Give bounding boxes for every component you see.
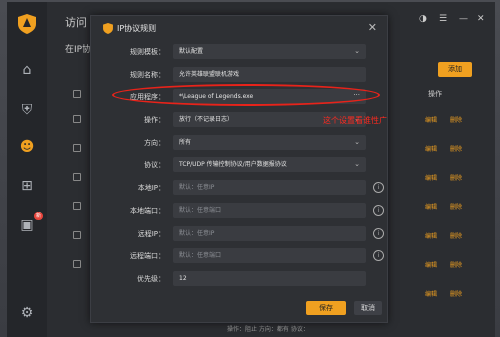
settings-icon[interactable]: ⚙ bbox=[19, 305, 35, 321]
minimize-icon[interactable]: — bbox=[459, 14, 468, 24]
remote-port-input[interactable]: 默认：任意端口 bbox=[173, 248, 366, 263]
info-icon[interactable]: i bbox=[373, 205, 384, 216]
row-protocol: 协议： TCP/UDP 传输控制协议/用户数据报协议 ⌄ bbox=[91, 157, 387, 175]
row-local-port: 本地端口： 默认：任意端口 i bbox=[91, 203, 387, 221]
template-select[interactable]: 默认配置 ⌄ bbox=[173, 44, 366, 59]
name-label: 规则名称： bbox=[130, 71, 165, 79]
local-ip-input[interactable]: 默认：任意IP bbox=[173, 180, 366, 195]
row-delete-link[interactable]: 删除 bbox=[450, 231, 462, 240]
row-delete-link[interactable]: 删除 bbox=[450, 202, 462, 211]
column-header-operation: 操作 bbox=[428, 90, 442, 98]
row-name: 规则名称： 允许英雄联盟联机游戏 bbox=[91, 67, 387, 85]
apps-grid-icon[interactable]: ⊞ bbox=[19, 178, 35, 194]
row-delete-link[interactable]: 删除 bbox=[450, 144, 462, 153]
priority-input[interactable]: 12 bbox=[173, 271, 366, 286]
protocol-label: 协议： bbox=[144, 161, 165, 169]
row-checkbox[interactable] bbox=[73, 115, 81, 123]
remote-port-label: 远程端口： bbox=[130, 252, 165, 260]
row-edit-link[interactable]: 编辑 bbox=[425, 115, 437, 124]
row-checkbox[interactable] bbox=[73, 231, 81, 239]
local-port-input[interactable]: 默认：任意端口 bbox=[173, 203, 366, 218]
add-button[interactable]: 添加 bbox=[438, 62, 472, 77]
priority-label: 优先级： bbox=[137, 275, 165, 283]
row-direction: 方向： 所有 ⌄ bbox=[91, 135, 387, 153]
dialog-title: IP协议规则 bbox=[117, 24, 157, 33]
chevron-down-icon: ⌄ bbox=[354, 138, 360, 146]
info-icon[interactable]: i bbox=[373, 228, 384, 239]
action-value: 放行（不记录日志） bbox=[179, 116, 234, 123]
row-local-ip: 本地IP： 默认：任意IP i bbox=[91, 180, 387, 198]
save-button[interactable]: 保存 bbox=[306, 301, 346, 315]
row-checkbox[interactable] bbox=[73, 173, 81, 181]
row-remote-port: 远程端口： 默认：任意端口 i bbox=[91, 248, 387, 266]
row-checkbox[interactable] bbox=[73, 144, 81, 152]
info-icon[interactable]: i bbox=[373, 182, 384, 193]
footer-text: 操作：阻止 方向：都有 协议： bbox=[227, 326, 309, 333]
direction-select[interactable]: 所有 ⌄ bbox=[173, 135, 366, 150]
inbox-icon[interactable]: ▣ bbox=[19, 217, 35, 233]
local-ip-label: 本地IP： bbox=[137, 184, 165, 192]
row-edit-link[interactable]: 编辑 bbox=[425, 289, 437, 298]
dialog-header: IP协议规则 ✕ bbox=[91, 16, 387, 40]
row-edit-link[interactable]: 编辑 bbox=[425, 260, 437, 269]
direction-value: 所有 bbox=[179, 139, 192, 146]
local-port-label: 本地端口： bbox=[130, 207, 165, 215]
row-delete-link[interactable]: 删除 bbox=[450, 115, 462, 124]
sidebar: ⌂ ⛨ ☻ ⊞ ▣ 新 ⚙ bbox=[7, 2, 47, 337]
row-remote-ip: 远程IP： 默认：任意IP i bbox=[91, 226, 387, 244]
close-window-icon[interactable]: ✕ bbox=[477, 14, 485, 24]
cancel-button[interactable]: 取消 bbox=[354, 301, 382, 315]
row-priority: 优先级： 12 bbox=[91, 271, 387, 289]
new-badge: 新 bbox=[34, 212, 44, 220]
annotation-text: 这个设置看谁性广 bbox=[323, 116, 387, 125]
ip-rule-dialog: IP协议规则 ✕ 规则模板： 默认配置 ⌄ 规则名称： 允许英雄联盟联机游戏 应… bbox=[90, 15, 388, 323]
protocol-value: TCP/UDP 传输控制协议/用户数据报协议 bbox=[179, 161, 287, 168]
close-icon[interactable]: ✕ bbox=[368, 21, 377, 34]
shield-plus-icon[interactable]: ⛨ bbox=[19, 102, 35, 118]
users-icon[interactable]: ☻ bbox=[19, 139, 35, 155]
annotation-ellipse bbox=[112, 84, 380, 106]
row-edit-link[interactable]: 编辑 bbox=[425, 202, 437, 211]
remote-ip-input[interactable]: 默认：任意IP bbox=[173, 226, 366, 241]
page-title: 访问 bbox=[65, 16, 87, 29]
row-checkbox[interactable] bbox=[73, 260, 81, 268]
template-value: 默认配置 bbox=[179, 48, 204, 55]
shield-logo-icon bbox=[103, 23, 113, 34]
direction-label: 方向： bbox=[144, 139, 165, 147]
template-label: 规则模板： bbox=[130, 48, 165, 56]
row-delete-link[interactable]: 删除 bbox=[450, 289, 462, 298]
action-label: 操作： bbox=[144, 116, 165, 124]
chevron-down-icon: ⌄ bbox=[354, 47, 360, 55]
row-checkbox[interactable] bbox=[73, 202, 81, 210]
protocol-select[interactable]: TCP/UDP 传输控制协议/用户数据报协议 ⌄ bbox=[173, 157, 366, 172]
menu-icon[interactable]: ☰ bbox=[439, 14, 447, 24]
chevron-down-icon: ⌄ bbox=[354, 160, 360, 168]
shield-logo-icon bbox=[18, 14, 36, 34]
home-icon[interactable]: ⌂ bbox=[19, 62, 35, 78]
remote-ip-label: 远程IP： bbox=[137, 230, 165, 238]
row-delete-link[interactable]: 删除 bbox=[450, 260, 462, 269]
row-edit-link[interactable]: 编辑 bbox=[425, 231, 437, 240]
row-delete-link[interactable]: 删除 bbox=[450, 173, 462, 182]
row-edit-link[interactable]: 编辑 bbox=[425, 144, 437, 153]
page-subtitle: 在IP协 bbox=[65, 45, 92, 55]
info-icon[interactable]: i bbox=[373, 250, 384, 261]
row-edit-link[interactable]: 编辑 bbox=[425, 173, 437, 182]
row-template: 规则模板： 默认配置 ⌄ bbox=[91, 44, 387, 62]
skin-icon[interactable]: ◑ bbox=[419, 14, 427, 24]
rule-name-input[interactable]: 允许英雄联盟联机游戏 bbox=[173, 67, 366, 82]
checkbox-all[interactable] bbox=[73, 90, 81, 98]
